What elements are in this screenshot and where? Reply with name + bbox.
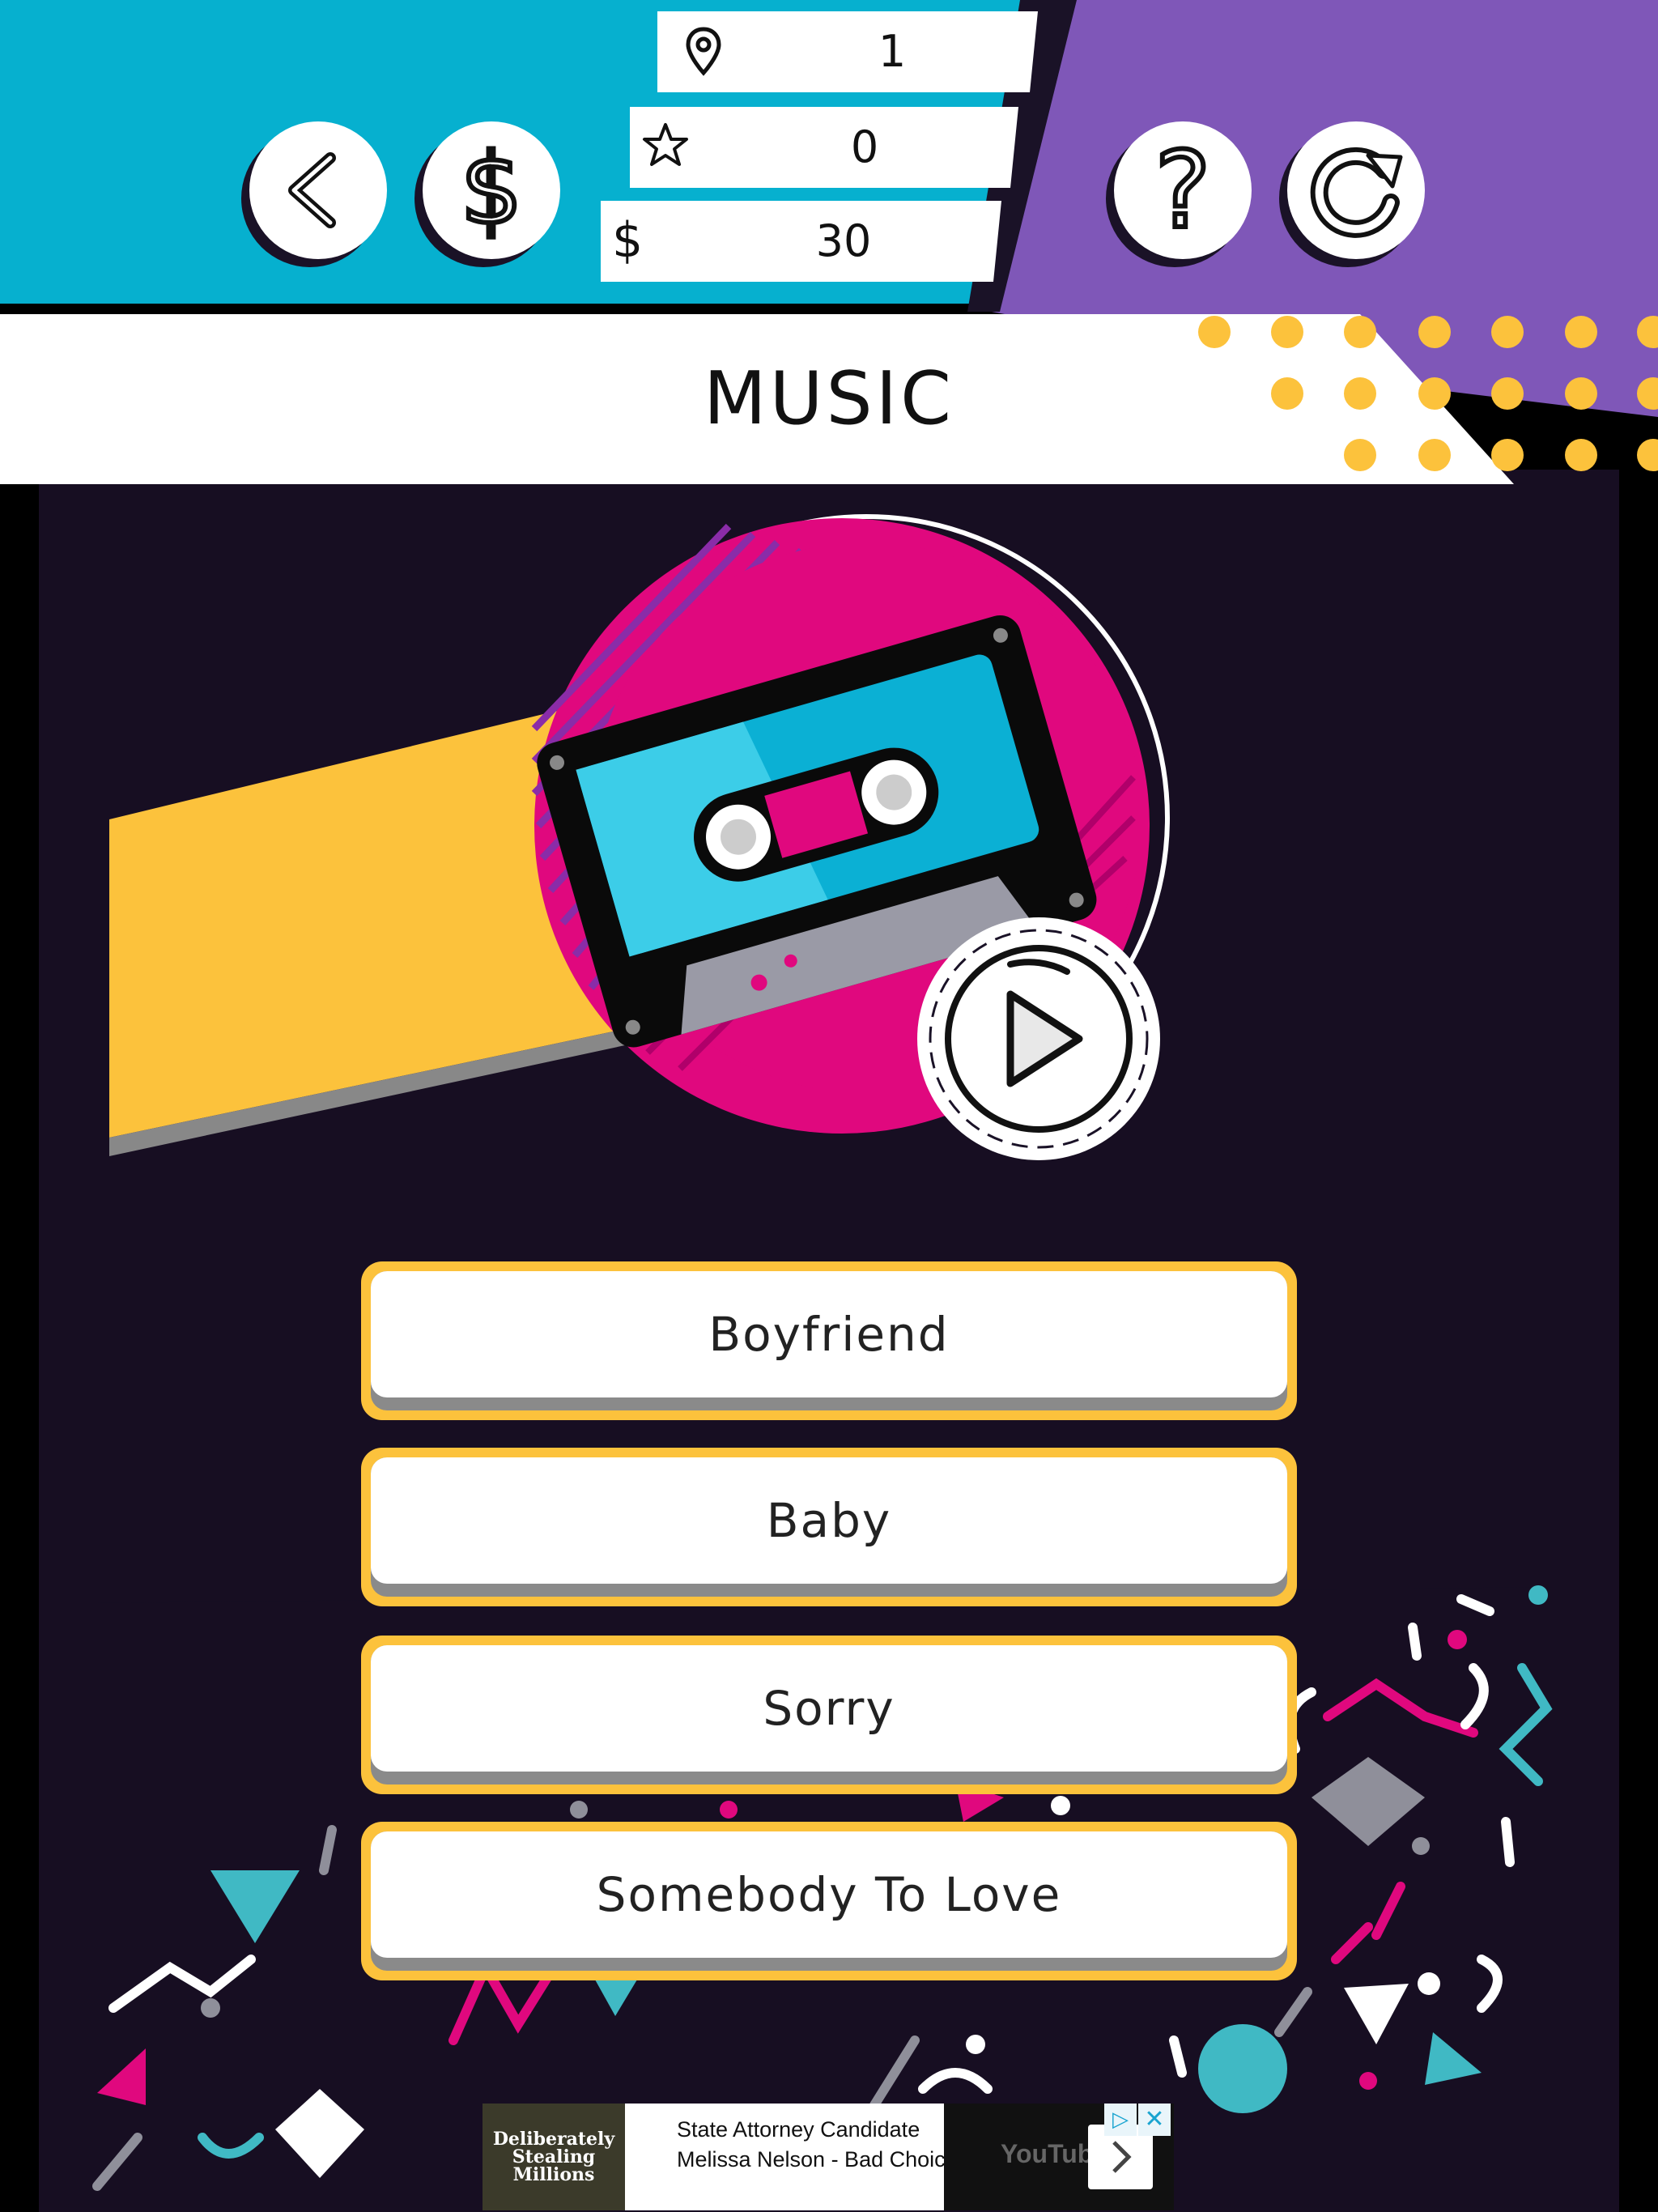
ad-thumbnail: Deliberately Stealing Millions bbox=[483, 2104, 625, 2210]
ad-info-icon[interactable]: ▷ bbox=[1104, 2104, 1137, 2136]
svg-text:?: ? bbox=[1155, 129, 1211, 252]
coins-stat: $ 30 bbox=[601, 201, 1001, 282]
stars-value: 0 bbox=[850, 121, 879, 172]
back-button[interactable] bbox=[249, 121, 387, 259]
star-icon bbox=[643, 123, 688, 166]
game-screen: 1 0 $ 30 $ ? MUSIC Boyfriend Baby Sorry … bbox=[0, 0, 1658, 2212]
dollar-icon: $ bbox=[612, 212, 644, 269]
ad-close-icon[interactable]: ✕ bbox=[1138, 2104, 1171, 2136]
shop-button[interactable]: $ bbox=[423, 121, 560, 259]
chevron-left-icon bbox=[288, 152, 336, 228]
dollar-icon: $ bbox=[458, 131, 525, 249]
answer-button-4[interactable]: Somebody To Love bbox=[361, 1822, 1297, 1980]
question-icon: ? bbox=[1153, 126, 1214, 254]
answer-label: Boyfriend bbox=[708, 1307, 950, 1362]
answer-label: Sorry bbox=[763, 1681, 895, 1736]
svg-text:$: $ bbox=[461, 134, 522, 246]
play-icon bbox=[917, 917, 1160, 1160]
coins-value: 30 bbox=[815, 215, 872, 266]
level-value: 1 bbox=[878, 26, 907, 77]
ad-headline: State Attorney Candidate Melissa Nelson … bbox=[677, 2117, 969, 2172]
answer-button-2[interactable]: Baby bbox=[361, 1448, 1297, 1606]
hint-button[interactable]: ? bbox=[1114, 121, 1252, 259]
restart-button[interactable] bbox=[1287, 121, 1425, 259]
stars-stat: 0 bbox=[630, 107, 1018, 188]
answer-label: Baby bbox=[766, 1493, 892, 1548]
level-stat: 1 bbox=[657, 11, 1038, 92]
play-button[interactable] bbox=[913, 913, 1164, 1164]
category-title: MUSIC bbox=[703, 356, 955, 441]
answer-label: Somebody To Love bbox=[596, 1867, 1062, 1922]
answer-button-1[interactable]: Boyfriend bbox=[361, 1261, 1297, 1420]
restart-icon bbox=[1310, 147, 1403, 238]
answer-button-3[interactable]: Sorry bbox=[361, 1636, 1297, 1794]
map-pin-icon bbox=[686, 27, 721, 76]
ad-banner[interactable]: Deliberately Stealing Millions State Att… bbox=[483, 2104, 1174, 2210]
